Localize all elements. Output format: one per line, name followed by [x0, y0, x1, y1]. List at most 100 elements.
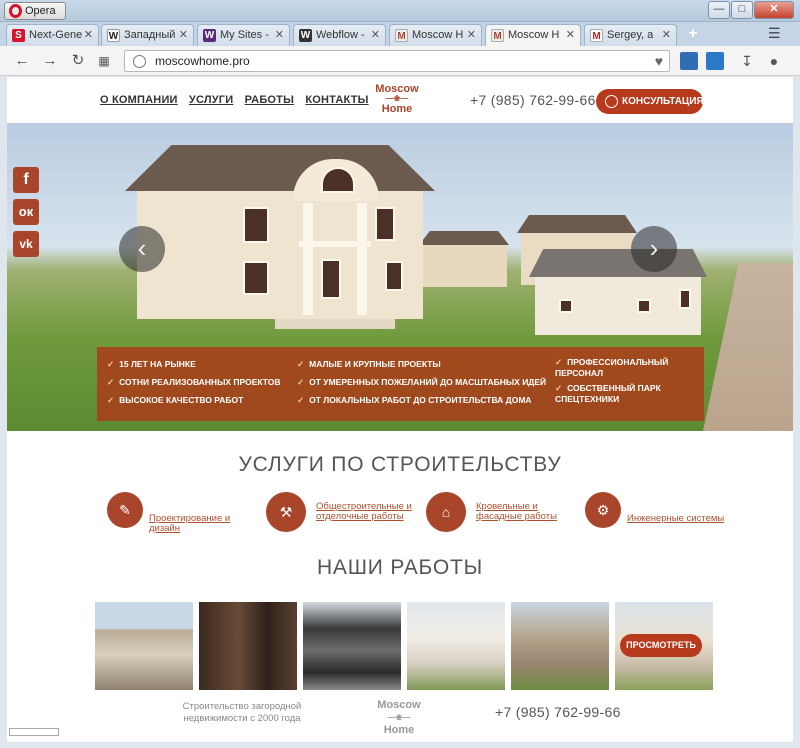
works-heading: НАШИ РАБОТЫ [316, 556, 484, 579]
site-logo[interactable]: Moscow —❀— Home [369, 83, 425, 115]
tab-favicon-icon: M [395, 29, 408, 42]
check-icon: ✓ [107, 395, 115, 405]
crane-icon: ⚒ [266, 492, 306, 532]
check-icon: ✓ [297, 359, 305, 369]
css-extension-icon[interactable] [680, 52, 698, 70]
work-thumbnail[interactable] [95, 602, 193, 690]
opera-logo-icon [9, 4, 22, 18]
facebook-icon[interactable]: f [13, 167, 39, 193]
navigation-toolbar: ← → ↻ ▦ moscowhome.pro ♥ ↧ ● [0, 46, 800, 76]
benefit-text: ПРОФЕССИОНАЛЬНЫЙ ПЕРСОНАЛ [555, 357, 669, 378]
vk-icon[interactable]: vk [13, 231, 39, 257]
close-window-button[interactable]: ✕ [754, 1, 794, 19]
tab[interactable]: W My Sites - ✕ [197, 24, 290, 46]
download-icon[interactable]: ↧ [737, 51, 757, 71]
close-tab-icon[interactable]: ✕ [467, 25, 476, 45]
tab[interactable]: M Sergey, a ✕ [584, 24, 677, 46]
web-page: О КОМПАНИИ УСЛУГИ РАБОТЫ КОНТАКТЫ Moscow… [7, 77, 793, 742]
benefit-item: ✓ ПРОФЕССИОНАЛЬНЫЙ ПЕРСОНАЛ [555, 357, 675, 379]
consultation-button[interactable]: КОНСУЛЬТАЦИЯ [596, 89, 704, 114]
tab[interactable]: W Западный ✕ [101, 24, 194, 46]
tab-menu-icon[interactable]: ☰ [768, 25, 781, 42]
check-icon: ✓ [107, 359, 115, 369]
works-gallery [95, 602, 713, 690]
benefit-item: ✓ МАЛЫЕ И КРУПНЫЕ ПРОЕКТЫ [297, 359, 441, 370]
forward-arrow-icon[interactable]: → [40, 51, 60, 71]
header-phone[interactable]: +7 (985) 762-99-66 [470, 92, 596, 108]
benefit-item: ✓ ВЫСОКОЕ КАЧЕСТВО РАБОТ [107, 395, 243, 406]
slider-next-arrow-icon[interactable]: › [631, 226, 677, 272]
account-icon[interactable]: ● [764, 51, 784, 71]
close-tab-icon[interactable]: ✕ [566, 25, 575, 45]
tab-label: Moscow H [412, 29, 464, 41]
work-thumbnail[interactable] [303, 602, 401, 690]
minimize-button[interactable]: — [708, 1, 730, 19]
opera-menu-button[interactable]: Opera [4, 2, 66, 20]
benefits-panel: ✓ 15 ЛЕТ НА РЫНКЕ ✓ СОТНИ РЕАЛИЗОВАННЫХ ПР… [97, 347, 704, 421]
service-label[interactable]: Кровельные и фасадные работы [476, 502, 576, 522]
k-extension-icon[interactable] [706, 52, 724, 70]
close-tab-icon[interactable]: ✕ [179, 25, 188, 45]
odnoklassniki-icon[interactable]: ок [13, 199, 39, 225]
tab-label: Западный [124, 29, 176, 41]
nav-contacts-link[interactable]: КОНТАКТЫ [305, 94, 368, 106]
nav-about-link[interactable]: О КОМПАНИИ [100, 94, 178, 106]
benefit-item: ✓ СОТНИ РЕАЛИЗОВАННЫХ ПРОЕКТОВ [107, 377, 281, 388]
maximize-button[interactable]: □ [731, 1, 753, 19]
work-thumbnail[interactable] [407, 602, 505, 690]
address-bar[interactable]: moscowhome.pro ♥ [124, 50, 670, 72]
benefit-text: МАЛЫЕ И КРУПНЫЕ ПРОЕКТЫ [309, 359, 441, 369]
check-icon: ✓ [107, 377, 115, 387]
phone-circle-icon [605, 95, 618, 108]
benefit-item: ✓ 15 ЛЕТ НА РЫНКЕ [107, 359, 196, 370]
roof-icon: ⌂ [426, 492, 466, 532]
new-tab-plus-icon[interactable]: + [684, 25, 702, 43]
back-arrow-icon[interactable]: ← [12, 51, 32, 71]
title-bar: Opera — □ ✕ [0, 0, 800, 22]
logo-top-text: Moscow [377, 699, 421, 711]
logo-bottom-text: Home [381, 103, 413, 115]
consultation-label: КОНСУЛЬТАЦИЯ [622, 96, 704, 107]
site-info-globe-icon[interactable] [133, 55, 146, 68]
benefit-text: ОТ УМЕРЕННЫХ ПОЖЕЛАНИЙ ДО МАСШТАБНЫХ ИДЕ… [309, 377, 547, 387]
tab-active[interactable]: M Moscow H ✕ [485, 24, 581, 47]
close-tab-icon[interactable]: ✕ [371, 25, 380, 45]
footer-logo[interactable]: Moscow —❀— Home [369, 699, 429, 736]
tab[interactable]: M Moscow H ✕ [389, 24, 482, 46]
tab-label: Webflow - [316, 29, 365, 41]
close-tab-icon[interactable]: ✕ [662, 25, 671, 45]
nav-services-link[interactable]: УСЛУГИ [189, 94, 233, 106]
speed-dial-grid-icon[interactable]: ▦ [94, 51, 114, 71]
benefit-text: ОТ ЛОКАЛЬНЫХ РАБОТ ДО СТРОИТЕЛЬСТВА ДОМА [309, 395, 532, 405]
url-text: moscowhome.pro [155, 54, 250, 68]
tab[interactable]: W Webflow - ✕ [293, 24, 386, 46]
logo-ornament-icon: —❀— [387, 713, 411, 722]
reload-icon[interactable]: ↻ [68, 51, 88, 71]
engineering-icon: ⚙ [585, 492, 621, 528]
benefit-text: СОБСТВЕННЫЙ ПАРК СПЕЦТЕХНИКИ [555, 383, 661, 404]
close-tab-icon[interactable]: ✕ [84, 25, 93, 45]
main-nav: О КОМПАНИИ УСЛУГИ РАБОТЫ КОНТАКТЫ [100, 94, 377, 106]
service-label[interactable]: Общестроительные и отделочные работы [316, 502, 416, 522]
benefit-item: ✓ ОТ ЛОКАЛЬНЫХ РАБОТ ДО СТРОИТЕЛЬСТВА ДОМ… [297, 395, 532, 406]
tab-favicon-icon: M [590, 29, 603, 42]
tab-favicon-icon: W [107, 29, 120, 42]
footer-phone[interactable]: +7 (985) 762-99-66 [495, 704, 621, 720]
status-progress-box [9, 728, 59, 736]
services-heading: УСЛУГИ ПО СТРОИТЕЛЬСТВУ [238, 453, 562, 476]
check-icon: ✓ [297, 395, 305, 405]
service-label[interactable]: Проектирование и дизайн [149, 514, 249, 534]
work-thumbnail[interactable] [511, 602, 609, 690]
blueprint-icon: ✎ [107, 492, 143, 528]
bookmark-heart-icon[interactable]: ♥ [655, 51, 663, 71]
work-thumbnail[interactable] [199, 602, 297, 690]
slider-prev-arrow-icon[interactable]: ‹ [119, 226, 165, 272]
service-label[interactable]: Инженерные системы [627, 514, 727, 524]
road-image [703, 263, 793, 431]
close-tab-icon[interactable]: ✕ [275, 25, 284, 45]
tab[interactable]: S Next-Gene ✕ [6, 24, 99, 46]
view-works-button[interactable]: ПРОСМОТРЕТЬ [620, 634, 702, 657]
tab-label: Next-Gene [29, 29, 83, 41]
logo-ornament-icon: —❀— [385, 94, 409, 103]
nav-works-link[interactable]: РАБОТЫ [245, 94, 294, 106]
